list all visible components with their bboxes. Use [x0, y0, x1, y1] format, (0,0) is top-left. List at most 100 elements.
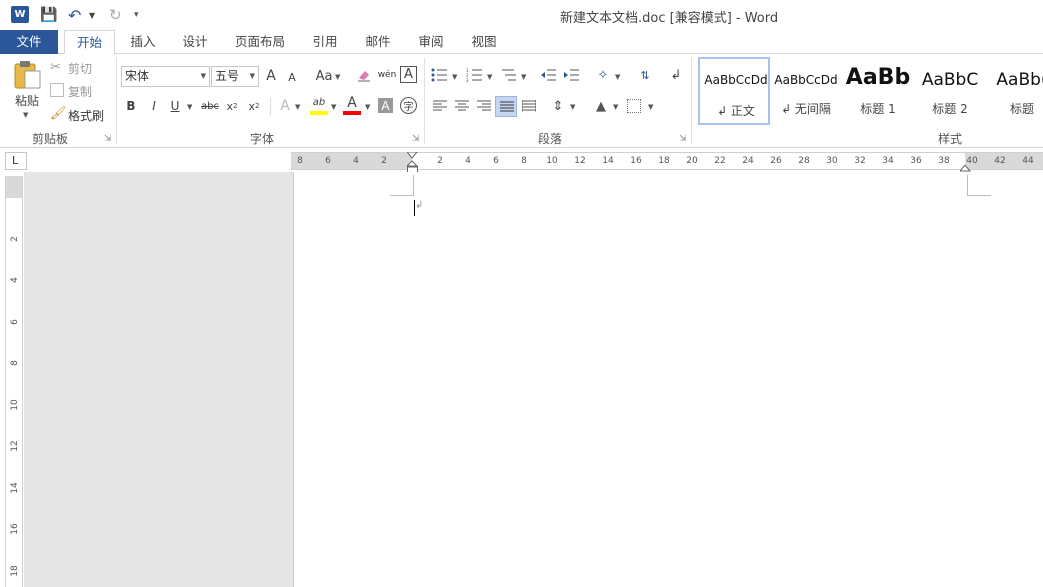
paragraph-launcher-icon[interactable]: ⇲	[679, 134, 687, 144]
format-painter-button[interactable]: 格式刷	[68, 107, 104, 124]
tab-page-layout[interactable]: 页面布局	[229, 30, 291, 54]
text-effects-icon[interactable]: A	[277, 97, 293, 115]
customize-qat-icon[interactable]: ▾	[134, 6, 139, 24]
vertical-ruler-number: 8	[10, 360, 20, 366]
font-color-dropdown-icon[interactable]: ▼	[365, 103, 370, 111]
tab-mailings[interactable]: 邮件	[359, 30, 397, 54]
style-name: ↲ 正文	[717, 104, 755, 118]
clipboard-launcher-icon[interactable]: ⇲	[104, 134, 112, 144]
underline-dropdown-icon[interactable]: ▼	[187, 103, 192, 111]
phonetic-guide-icon[interactable]: wén	[377, 65, 397, 85]
underline-button[interactable]: U	[168, 97, 182, 115]
document-page[interactable]: ↲	[293, 172, 1043, 587]
highlight-icon[interactable]: ab	[310, 95, 328, 109]
tab-insert[interactable]: 插入	[124, 30, 162, 54]
sort-icon[interactable]: ⇅	[636, 66, 654, 84]
borders-dropdown-icon[interactable]: ▼	[648, 103, 653, 111]
multilevel-list-dropdown-icon[interactable]: ▼	[521, 73, 526, 81]
save-icon[interactable]: 💾	[40, 6, 57, 24]
ruler-number: 26	[770, 156, 782, 166]
horizontal-ruler[interactable]: 8 6 4 2 2 4 6 8 10 12 14 16 18 20 22 24 26 28 30 32 34 36 38 40…	[291, 151, 1043, 174]
styles-group-label: 样式	[938, 132, 963, 146]
vertical-ruler-number: 10	[10, 398, 20, 411]
font-launcher-icon[interactable]: ⇲	[412, 134, 420, 144]
align-left-icon[interactable]	[433, 100, 447, 112]
margin-corner-mark	[967, 175, 968, 195]
shading-icon[interactable]: ▲	[593, 98, 609, 114]
paste-label[interactable]: 粘贴	[9, 92, 45, 108]
decrease-indent-icon[interactable]	[540, 68, 556, 82]
subscript-button[interactable]: x2	[224, 97, 240, 115]
margin-corner-mark	[967, 195, 991, 196]
bullets-icon[interactable]	[431, 68, 447, 82]
paste-dropdown-icon[interactable]: ▼	[23, 111, 28, 119]
ruler-number: 20	[686, 156, 698, 166]
font-size-dropdown-icon[interactable]: ▼	[250, 67, 255, 86]
style-name: 标题	[1009, 102, 1034, 116]
undo-dropdown-icon[interactable]: ▼	[89, 6, 95, 24]
numbering-dropdown-icon[interactable]: ▼	[487, 73, 492, 81]
style-no-spacing[interactable]: AaBbCcDd ↲ 无间隔	[770, 57, 842, 125]
tab-selector[interactable]: L	[5, 152, 27, 170]
undo-icon[interactable]: ↶	[68, 6, 81, 25]
chinese-layout-icon[interactable]: ✧	[594, 66, 612, 84]
line-spacing-dropdown-icon[interactable]: ▼	[570, 103, 575, 111]
svg-text:3: 3	[466, 78, 469, 82]
change-case-icon[interactable]: Aa	[313, 67, 335, 85]
text-effects-dropdown-icon[interactable]: ▼	[295, 103, 300, 111]
style-heading-1[interactable]: AaBb 标题 1	[842, 57, 914, 125]
superscript-button[interactable]: x2	[246, 97, 262, 115]
bullets-dropdown-icon[interactable]: ▼	[452, 73, 457, 81]
align-right-icon[interactable]	[477, 100, 491, 112]
style-title[interactable]: AaBb( 标题	[986, 57, 1043, 125]
italic-button[interactable]: I	[147, 97, 161, 115]
character-border-icon[interactable]: A	[400, 66, 417, 83]
shading-dropdown-icon[interactable]: ▼	[613, 103, 618, 111]
paste-icon[interactable]	[11, 60, 43, 90]
multilevel-list-icon[interactable]	[500, 68, 516, 82]
redo-icon[interactable]: ↻	[109, 6, 122, 24]
word-logo-icon[interactable]: W	[11, 6, 29, 23]
style-normal[interactable]: AaBbCcDd ↲ 正文	[698, 57, 770, 125]
align-center-icon[interactable]	[455, 100, 469, 112]
style-heading-2[interactable]: AaBbC 标题 2	[914, 57, 986, 125]
shrink-font-icon[interactable]: A	[285, 69, 299, 85]
increase-indent-icon[interactable]	[563, 68, 579, 82]
right-indent-marker-icon[interactable]	[958, 162, 972, 172]
change-case-dropdown-icon[interactable]: ▼	[335, 73, 340, 81]
strikethrough-button[interactable]: abc	[200, 97, 220, 115]
tab-file[interactable]: 文件	[0, 30, 58, 54]
tab-design[interactable]: 设计	[176, 30, 214, 54]
vertical-ruler[interactable]: 2 4 6 8 10 12 14 16 18	[5, 176, 23, 587]
line-spacing-icon[interactable]: ⇕	[550, 98, 566, 114]
font-size-combo[interactable]: 五号 ▼	[211, 66, 259, 87]
font-name-combo[interactable]: 宋体 ▼	[121, 66, 210, 87]
font-name-dropdown-icon[interactable]: ▼	[201, 67, 206, 86]
copy-icon[interactable]	[50, 83, 64, 97]
justify-button[interactable]	[495, 96, 517, 117]
chinese-layout-dropdown-icon[interactable]: ▼	[615, 73, 620, 81]
copy-button[interactable]: 复制	[68, 83, 92, 100]
vertical-ruler-number: 4	[10, 277, 20, 283]
show-marks-icon[interactable]: ↲	[668, 66, 684, 84]
tab-references[interactable]: 引用	[306, 30, 344, 54]
tab-review[interactable]: 审阅	[412, 30, 450, 54]
cut-button[interactable]: 剪切	[68, 60, 92, 77]
margin-corner-mark	[390, 195, 414, 196]
font-color-icon[interactable]: A	[344, 95, 360, 111]
tab-view[interactable]: 视图	[465, 30, 503, 54]
enclose-characters-icon[interactable]: 字	[400, 97, 417, 114]
numbering-icon[interactable]: 123	[466, 68, 482, 83]
distributed-icon[interactable]	[521, 100, 537, 112]
borders-icon[interactable]	[627, 99, 641, 113]
bold-button[interactable]: B	[124, 97, 138, 115]
scissors-icon[interactable]: ✂	[50, 60, 66, 76]
highlight-dropdown-icon[interactable]: ▼	[331, 103, 336, 111]
character-shading-icon[interactable]: A	[378, 98, 393, 113]
clear-formatting-icon[interactable]	[356, 67, 372, 83]
ruler-number: 18	[658, 156, 670, 166]
format-painter-icon[interactable]: 🖌	[50, 106, 67, 121]
grow-font-icon[interactable]: A	[263, 67, 279, 85]
tab-home[interactable]: 开始	[64, 30, 115, 55]
ruler-number: 28	[798, 156, 810, 166]
